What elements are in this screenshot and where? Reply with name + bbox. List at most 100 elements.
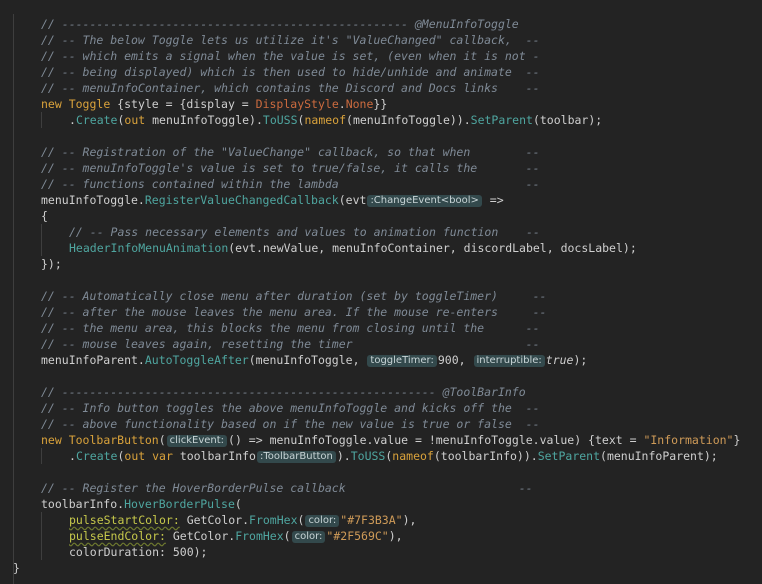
- code-token: "#2F569C": [326, 529, 389, 543]
- code-token: SetParent: [537, 449, 601, 463]
- code-token: }}: [373, 97, 388, 111]
- code-line[interactable]: pulseStartColor: GetColor.FromHex(color:…: [69, 512, 416, 528]
- code-line[interactable]: // -- mouse leaves again, resetting the …: [41, 336, 540, 352]
- code-token: // -- after the mouse leaves the menu ar…: [41, 305, 547, 319]
- code-token: GetColor.: [165, 529, 236, 543]
- code-token: .: [338, 97, 346, 111]
- code-line[interactable]: // -- being displayed) which is then use…: [41, 64, 540, 80]
- inlay-hint: interruptible:: [473, 355, 545, 367]
- code-token: (evt: [338, 193, 367, 207]
- code-token: 900,: [437, 353, 473, 367]
- code-line[interactable]: // -- Register the HoverBorderPulse call…: [41, 480, 533, 496]
- code-token: }: [733, 433, 741, 447]
- code-token: =>: [482, 193, 504, 207]
- code-token: // -------------------------------------…: [41, 385, 526, 399]
- code-token: (menuInfoToggle)).: [346, 113, 471, 127]
- code-token: FromHex: [249, 513, 298, 527]
- code-line[interactable]: // -- menuInfoContainer, which contains …: [41, 80, 540, 96]
- code-token: });: [41, 257, 62, 271]
- code-token: // -- menuInfoContainer, which contains …: [41, 81, 540, 95]
- code-line[interactable]: menuInfoToggle.RegisterValueChangedCallb…: [41, 192, 504, 208]
- indent-guide: [41, 112, 42, 128]
- code-line[interactable]: // -- menuInfoToggle's value is set to t…: [41, 160, 540, 176]
- code-token: Create: [75, 449, 118, 463]
- code-token: (toolbarInfo)).: [433, 449, 538, 463]
- code-line[interactable]: // -- Automatically close menu after dur…: [41, 288, 546, 304]
- indent-guide: [41, 448, 42, 464]
- code-token: (evt.newValue, menuInfoContainer, discor…: [228, 241, 637, 255]
- code-token: pulseStartColor:: [69, 513, 180, 527]
- code-line[interactable]: // -- which emits a signal when the valu…: [41, 48, 540, 64]
- code-token: // -------------------------------------…: [41, 17, 519, 31]
- code-token: // -- functions contained within the lam…: [41, 177, 540, 191]
- code-token: HeaderInfoMenuAnimation: [69, 241, 229, 255]
- code-line[interactable]: // -- above functionality based on if th…: [41, 416, 540, 432]
- code-token: // -- mouse leaves again, resetting the …: [41, 337, 540, 351]
- code-token: nameof: [304, 113, 347, 127]
- code-token: .: [69, 113, 76, 127]
- code-token: ),: [388, 529, 403, 543]
- code-line[interactable]: {: [41, 208, 48, 224]
- indent-guide: [41, 512, 42, 560]
- code-line[interactable]: // -- Pass necessary elements and values…: [69, 224, 540, 240]
- code-line[interactable]: // -- The below Toggle lets us utilize i…: [41, 32, 540, 48]
- code-token: (toolbar);: [532, 113, 603, 127]
- code-line[interactable]: menuInfoParent.AutoToggleAfter(menuInfoT…: [41, 352, 587, 368]
- code-token: "#7F3B3A": [340, 513, 403, 527]
- code-token: ToolbarButton: [68, 433, 159, 447]
- code-line[interactable]: // -- after the mouse leaves the menu ar…: [41, 304, 546, 320]
- code-token: colorDuration: 500);: [69, 545, 208, 559]
- code-line[interactable]: toolbarInfo.HoverBorderPulse(: [41, 496, 242, 512]
- code-token: FromHex: [235, 529, 284, 543]
- code-line[interactable]: // -- Info button toggles the above menu…: [41, 400, 540, 416]
- code-line[interactable]: .Create(out var toolbarInfo:ToolbarButto…: [69, 448, 718, 464]
- code-token: menuInfoToggle.: [41, 193, 145, 207]
- code-line[interactable]: // -------------------------------------…: [41, 384, 526, 400]
- code-line[interactable]: new Toggle {style = {display = DisplaySt…: [41, 96, 387, 112]
- code-token: (: [234, 497, 242, 511]
- code-token: // -- Pass necessary elements and values…: [69, 225, 540, 239]
- code-token: (: [283, 529, 291, 543]
- code-line[interactable]: .Create(out menuInfoToggle).ToUSS(nameof…: [69, 112, 602, 128]
- code-token: {: [41, 209, 48, 223]
- code-line[interactable]: }: [13, 560, 20, 576]
- code-token: (menuInfoToggle,: [248, 353, 367, 367]
- code-line[interactable]: // -- Registration of the "ValueChange" …: [41, 144, 540, 160]
- code-line[interactable]: // -- the menu area, this blocks the men…: [41, 320, 540, 336]
- code-token: pulseEndColor:: [69, 529, 166, 543]
- code-token: // -- Automatically close menu after dur…: [41, 289, 547, 303]
- code-token: new: [41, 433, 69, 447]
- inlay-hint: :ToolbarButton: [256, 451, 336, 463]
- code-token: .: [69, 449, 76, 463]
- code-token: GetColor.: [179, 513, 250, 527]
- code-line[interactable]: HeaderInfoMenuAnimation(evt.newValue, me…: [69, 240, 637, 256]
- code-token: toolbarInfo.: [41, 497, 125, 511]
- code-token: nameof: [392, 449, 434, 463]
- indent-guide: [13, 14, 14, 584]
- code-line[interactable]: colorDuration: 500);: [69, 544, 207, 560]
- code-token: toolbarInfo: [172, 449, 256, 463]
- code-token: // -- menuInfoToggle's value is set to t…: [41, 161, 540, 175]
- code-token: true: [545, 353, 574, 367]
- code-line[interactable]: // -------------------------------------…: [41, 16, 519, 32]
- code-token: out var: [124, 449, 173, 463]
- code-line[interactable]: // -- functions contained within the lam…: [41, 176, 540, 192]
- code-token: // -- Info button toggles the above menu…: [41, 401, 540, 415]
- code-token: DisplayStyle: [255, 97, 339, 111]
- inlay-hint: color:: [305, 515, 340, 527]
- code-token: ),: [402, 513, 417, 527]
- code-token: (: [297, 513, 305, 527]
- code-token: None: [345, 97, 374, 111]
- code-line[interactable]: });: [41, 256, 62, 272]
- code-line[interactable]: new ToolbarButton(clickEvent:() => menuI…: [41, 432, 740, 448]
- code-token: // -- which emits a signal when the valu…: [41, 49, 540, 63]
- code-token: // -- being displayed) which is then use…: [41, 65, 540, 79]
- code-token: new: [41, 97, 69, 111]
- code-token: SetParent: [470, 113, 533, 127]
- code-token: // -- the menu area, this blocks the men…: [41, 321, 540, 335]
- code-token: () => menuInfoToggle.value = !menuInfoTo…: [228, 433, 644, 447]
- code-line[interactable]: pulseEndColor: GetColor.FromHex(color: "#…: [69, 528, 403, 544]
- code-editor[interactable]: // -------------------------------------…: [0, 0, 762, 584]
- inlay-hint: :ChangeEvent<bool>: [367, 195, 482, 207]
- inlay-hint: color:: [291, 531, 326, 543]
